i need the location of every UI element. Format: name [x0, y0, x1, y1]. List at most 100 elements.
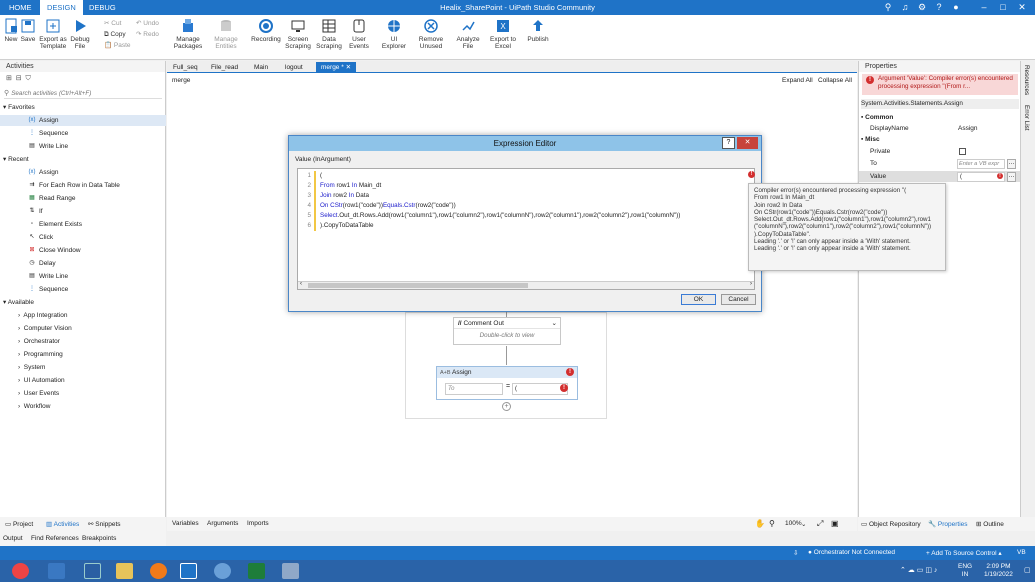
notepad-icon[interactable]: [282, 563, 299, 579]
recent-item[interactable]: ⊠ Close Window: [0, 245, 80, 256]
to-input[interactable]: Enter a VB expr: [957, 159, 1005, 169]
recent-item[interactable]: ▫ Element Exists: [0, 219, 82, 230]
available-category[interactable]: › Programming: [0, 349, 63, 360]
available-category[interactable]: › System: [0, 362, 45, 373]
horizontal-scrollbar[interactable]: ‹ ›: [298, 281, 754, 289]
code-line[interactable]: 1(: [298, 171, 738, 181]
doc-tab-active[interactable]: merge * ✕: [316, 62, 357, 73]
window-icon[interactable]: [48, 563, 65, 579]
save-button[interactable]: Save: [20, 18, 36, 43]
fit-screen-icon[interactable]: ⤢: [817, 519, 823, 529]
tab-design[interactable]: DESIGN: [40, 0, 83, 15]
zoom-icon[interactable]: ⚲: [769, 519, 775, 528]
favorite-item[interactable]: (x) Assign: [0, 115, 166, 126]
notification-center-icon[interactable]: ▢: [1024, 566, 1031, 574]
to-field[interactable]: To: [445, 383, 503, 395]
available-category[interactable]: › UI Automation: [0, 375, 65, 386]
manage-packages-button[interactable]: Manage Packages: [172, 18, 204, 50]
breadcrumb[interactable]: merge: [172, 77, 190, 84]
recent-header[interactable]: ▾ Recent: [3, 154, 29, 165]
scroll-right-icon[interactable]: ›: [750, 281, 752, 287]
uipath-studio-icon[interactable]: [180, 563, 197, 579]
help-icon[interactable]: ?: [931, 0, 947, 15]
firefox-icon[interactable]: [150, 563, 167, 579]
manage-entities-button[interactable]: Manage Entities: [210, 18, 242, 50]
arguments-tab[interactable]: Arguments: [207, 520, 238, 527]
available-category[interactable]: › App Integration: [0, 310, 68, 321]
recent-item[interactable]: ↖ Click: [0, 232, 53, 243]
recent-item[interactable]: ⇅ If: [0, 206, 42, 217]
available-category[interactable]: › Computer Vision: [0, 323, 72, 334]
cancel-button[interactable]: Cancel: [721, 294, 756, 305]
breakpoints-tab[interactable]: Breakpoints: [82, 535, 116, 542]
project-tab[interactable]: ▭ Project: [5, 520, 33, 528]
doc-tab[interactable]: logout: [280, 62, 308, 73]
teams-icon[interactable]: [214, 563, 231, 579]
dialog-close-button[interactable]: ✕: [737, 137, 758, 149]
undo-button[interactable]: ↶ Undo: [136, 19, 159, 29]
comment-out-activity[interactable]: // Comment Out ⌄ Double-click to view: [453, 317, 561, 345]
screen-scraping-button[interactable]: Screen Scraping: [284, 18, 312, 50]
orchestrator-status[interactable]: ● Orchestrator Not Connected: [808, 549, 895, 556]
expression-editor-textarea[interactable]: 1(2 From row1 In Main_dt 3 Join row2 In Dat…: [297, 168, 755, 290]
recent-item[interactable]: ◷ Delay: [0, 258, 55, 269]
filter-icon[interactable]: ⛉: [26, 75, 31, 82]
snippets-tab[interactable]: ⚯ Snippets: [88, 520, 121, 528]
redo-button[interactable]: ↷ Redo: [136, 30, 159, 40]
common-category[interactable]: ▪ Common: [859, 112, 1020, 123]
available-header[interactable]: ▾ Available: [3, 297, 34, 308]
debug-file-button[interactable]: Debug File: [70, 18, 90, 50]
ellipsis-button[interactable]: …: [1007, 172, 1016, 182]
data-scraping-button[interactable]: Data Scraping: [315, 18, 343, 50]
collapse-all-link[interactable]: Collapse All: [818, 77, 852, 84]
cut-button[interactable]: ✂ Cut: [104, 19, 121, 29]
outline-tab[interactable]: ⊞ Outline: [976, 520, 1004, 528]
folder-icon[interactable]: [116, 563, 133, 579]
recent-item[interactable]: ⋮ Sequence: [0, 284, 68, 295]
paste-button[interactable]: 📋 Paste: [104, 41, 131, 51]
zoom-level[interactable]: 100%: [785, 520, 802, 527]
ok-button[interactable]: OK: [681, 294, 716, 305]
zoom-dropdown-icon[interactable]: ⌄: [801, 520, 806, 528]
chevron-down-icon[interactable]: ⌄: [552, 318, 557, 329]
private-checkbox[interactable]: [959, 148, 966, 155]
excel-taskbar-icon[interactable]: [248, 563, 265, 579]
code-line[interactable]: 4 On CStr(row1("code"))Equals.Cstr(row2("…: [298, 201, 738, 211]
minimize-icon[interactable]: –: [976, 0, 992, 15]
search-input[interactable]: [11, 90, 152, 97]
assign-activity[interactable]: A+B Assign ! To = ( !: [436, 366, 578, 400]
close-icon[interactable]: ✕: [1014, 0, 1030, 15]
display-name-value[interactable]: Assign: [958, 123, 978, 134]
recent-item[interactable]: ▦ Read Range: [0, 193, 75, 204]
analyze-file-button[interactable]: Analyze File: [453, 18, 483, 50]
add-activity-icon[interactable]: +: [502, 402, 511, 411]
imports-tab[interactable]: Imports: [247, 520, 269, 527]
available-category[interactable]: › Orchestrator: [0, 336, 60, 347]
object-repository-tab[interactable]: ▭ Object Repository: [861, 520, 921, 528]
scroll-thumb[interactable]: [308, 283, 528, 288]
scroll-down-icon[interactable]: ⇩: [793, 549, 798, 557]
properties-tab[interactable]: 🔧 Properties: [928, 520, 968, 528]
doc-tab[interactable]: Main: [249, 62, 273, 73]
recent-item[interactable]: ⇉ For Each Row in Data Table: [0, 180, 119, 191]
code-line[interactable]: 6).CopyToDataTable: [298, 221, 738, 231]
recording-button[interactable]: Recording: [249, 18, 283, 43]
error-list-tab[interactable]: Error List: [1023, 105, 1030, 131]
tab-home[interactable]: HOME: [2, 0, 39, 15]
resources-tab[interactable]: Resources: [1023, 65, 1030, 95]
pan-hand-icon[interactable]: ✋: [755, 519, 765, 528]
new-button[interactable]: New: [3, 18, 19, 43]
ui-explorer-button[interactable]: UI Explorer: [380, 18, 408, 50]
clock[interactable]: 2:09 PM 1/19/2022: [984, 563, 1013, 579]
terminal-icon[interactable]: [84, 563, 101, 579]
publish-button[interactable]: Publish: [526, 18, 550, 43]
code-line[interactable]: 2 From row1 In Main_dt: [298, 181, 738, 191]
ellipsis-button[interactable]: …: [1007, 159, 1016, 169]
account-icon[interactable]: ●: [948, 0, 964, 15]
code-line[interactable]: 5 Select.Out_dt.Rows.Add(row1("column1"),…: [298, 211, 738, 221]
favorite-item[interactable]: ▤ Write Line: [0, 141, 68, 152]
maximize-icon[interactable]: □: [995, 0, 1011, 15]
overview-icon[interactable]: ▣: [831, 519, 839, 528]
variables-tab[interactable]: Variables: [172, 520, 199, 527]
expand-all-link[interactable]: Expand All: [782, 77, 813, 84]
